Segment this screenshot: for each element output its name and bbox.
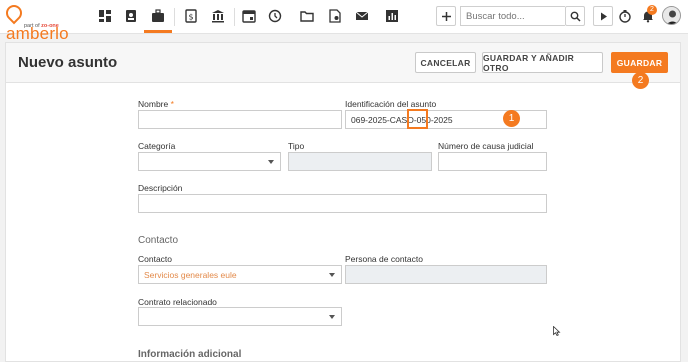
time-history-icon[interactable]	[264, 5, 286, 27]
svg-text:$: $	[188, 13, 193, 22]
top-navbar: amberlo part of zo-one $ Buscar todo... …	[0, 0, 688, 43]
notification-badge: 2	[647, 5, 657, 15]
mouse-cursor-icon	[553, 326, 561, 336]
search-input[interactable]	[460, 6, 565, 26]
bank-icon[interactable]	[207, 5, 229, 27]
nav-divider	[234, 8, 235, 26]
related-contract-select[interactable]	[138, 307, 342, 326]
contact-select[interactable]: Servicios generales eule	[138, 265, 342, 284]
billing-icon[interactable]: $	[180, 5, 202, 27]
category-select[interactable]	[138, 152, 281, 171]
folder-icon[interactable]	[296, 5, 318, 27]
briefcase-icon[interactable]	[144, 5, 172, 33]
dashboard-icon[interactable]	[94, 5, 116, 27]
cancel-button[interactable]: Cancelar	[415, 52, 476, 73]
new-matter-card: Nuevo asunto Cancelar Guardar y añadir o…	[5, 42, 681, 362]
logo-mark-icon	[2, 1, 26, 25]
card-header: Nuevo asunto Cancelar Guardar y añadir o…	[6, 43, 680, 83]
required-asterisk: *	[170, 99, 174, 109]
calendar-icon[interactable]	[238, 5, 260, 27]
contact-person-field	[345, 265, 547, 284]
play-icon	[600, 12, 607, 20]
category-label: Categoría	[138, 141, 176, 151]
contact-person-label: Persona de contacto	[345, 254, 423, 264]
save-and-add-another-button[interactable]: Guardar y añadir otro	[482, 52, 603, 73]
search-icon	[570, 11, 581, 22]
nav-divider	[174, 8, 175, 26]
contact-label: Contacto	[138, 254, 173, 264]
page-title: Nuevo asunto	[18, 54, 118, 71]
search-button[interactable]	[565, 6, 585, 26]
reports-icon[interactable]	[381, 5, 403, 27]
play-timer-button[interactable]	[593, 6, 613, 26]
user-avatar[interactable]	[662, 6, 681, 25]
additional-info-section-heading: Información adicional	[138, 349, 242, 360]
step-1-marker: 1	[503, 110, 520, 127]
contact-section-heading: Contacto	[138, 235, 179, 246]
highlight-box	[407, 109, 428, 129]
name-input[interactable]	[138, 110, 342, 129]
plus-icon	[441, 11, 451, 21]
document-settings-icon[interactable]	[324, 5, 346, 27]
amberlo-logo[interactable]: amberlo part of zo-one	[2, 1, 86, 43]
court-case-number-label: Número de causa judicial	[438, 141, 534, 151]
description-input[interactable]	[138, 194, 547, 213]
stopwatch-icon[interactable]	[614, 5, 636, 27]
add-button[interactable]	[436, 6, 456, 26]
court-case-number-input[interactable]	[438, 152, 547, 171]
logo-subtext: part of zo-one	[24, 23, 59, 29]
type-field	[288, 152, 432, 171]
save-button[interactable]: Guardar	[611, 52, 668, 73]
description-label: Descripción	[138, 183, 183, 193]
type-label: Tipo	[288, 141, 305, 151]
contacts-icon[interactable]	[120, 5, 142, 27]
related-contract-label: Contrato relacionado	[138, 297, 217, 307]
matter-id-label: Identificación del asunto	[345, 99, 437, 109]
name-label: Nombre *	[138, 99, 174, 109]
step-2-marker: 2	[632, 72, 649, 89]
mail-icon[interactable]	[351, 5, 373, 27]
